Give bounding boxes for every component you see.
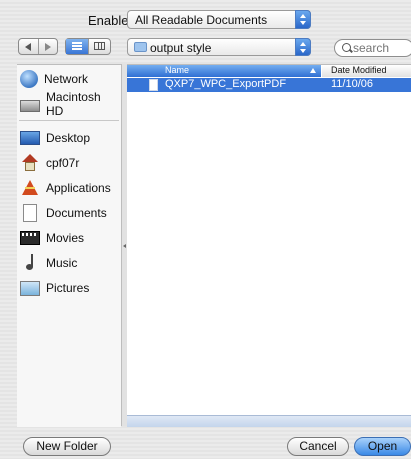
- sidebar-item-applications[interactable]: Applications: [20, 177, 111, 199]
- sidebar-item-macintosh-hd[interactable]: Macintosh HD: [20, 90, 121, 118]
- table-row[interactable]: QXP7_WPC_ExportPDF 11/10/06: [127, 78, 411, 92]
- pictures-icon: [20, 280, 40, 296]
- new-folder-button[interactable]: New Folder: [23, 437, 111, 456]
- file-name: QXP7_WPC_ExportPDF: [165, 78, 287, 90]
- folder-icon: [134, 42, 147, 52]
- applications-icon: [20, 179, 40, 197]
- sidebar-item-desktop[interactable]: Desktop: [20, 127, 90, 149]
- back-button[interactable]: [19, 39, 39, 54]
- network-icon: [20, 70, 38, 88]
- enable-popup[interactable]: All Readable Documents: [127, 10, 311, 29]
- sidebar-item-home[interactable]: cpf07r: [20, 152, 79, 174]
- file-list: Name Date Modified QXP7_WPC_ExportPDF 11…: [127, 64, 411, 427]
- sidebar-item-label: Pictures: [46, 281, 90, 295]
- sidebar-item-movies[interactable]: Movies: [20, 227, 84, 249]
- splitter-handle-icon: [123, 244, 126, 248]
- sidebar-item-label: Documents: [46, 206, 107, 220]
- column-header-date[interactable]: Date Modified: [322, 65, 411, 77]
- music-icon: [20, 254, 40, 272]
- desktop-icon: [20, 131, 40, 145]
- search-icon: [342, 43, 351, 52]
- path-popup-value: output style: [150, 41, 212, 55]
- back-arrow-icon: [25, 43, 31, 51]
- list-view-button[interactable]: [66, 39, 89, 54]
- forward-button[interactable]: [39, 39, 58, 54]
- sidebar-item-music[interactable]: Music: [20, 252, 77, 274]
- sidebar-item-label: cpf07r: [46, 156, 80, 170]
- search-input[interactable]: [353, 40, 408, 56]
- sort-ascending-icon: [310, 68, 316, 73]
- movies-icon: [20, 231, 40, 245]
- sidebar-item-documents[interactable]: Documents: [20, 202, 107, 224]
- sidebar-divider: [19, 120, 119, 121]
- list-header: Name Date Modified: [127, 65, 411, 77]
- enable-label: Enable:: [88, 13, 133, 28]
- home-icon: [20, 154, 40, 172]
- path-popup[interactable]: output style: [127, 38, 311, 56]
- popup-arrows-icon: [295, 10, 311, 29]
- popup-arrows-icon: [295, 38, 311, 56]
- back-forward-control[interactable]: [18, 38, 58, 55]
- open-button[interactable]: Open: [354, 437, 411, 456]
- sidebar: Network Macintosh HD Desktop cpf07r Appl…: [17, 64, 121, 427]
- column-view-icon: [93, 42, 105, 50]
- sidebar-item-label: Network: [44, 72, 89, 86]
- sidebar-item-pictures[interactable]: Pictures: [20, 277, 89, 299]
- cancel-button[interactable]: Cancel: [287, 437, 349, 456]
- sidebar-item-label: Macintosh HD: [45, 90, 101, 118]
- forward-arrow-icon: [44, 43, 51, 51]
- hard-drive-icon: [20, 99, 40, 112]
- view-mode-control[interactable]: [65, 38, 111, 55]
- file-date: 11/10/06: [331, 78, 374, 90]
- search-field[interactable]: [334, 39, 411, 57]
- document-icon: [149, 79, 158, 91]
- enable-popup-value: All Readable Documents: [135, 13, 268, 27]
- column-header-name[interactable]: Name: [165, 65, 189, 75]
- sidebar-item-network[interactable]: Network: [20, 68, 88, 90]
- sidebar-item-label: Applications: [46, 181, 111, 195]
- horizontal-scrollbar[interactable]: [127, 415, 411, 427]
- sidebar-item-label: Movies: [46, 231, 85, 245]
- documents-icon: [23, 204, 37, 222]
- sidebar-item-label: Music: [46, 256, 78, 270]
- list-view-icon: [72, 42, 82, 50]
- column-view-button[interactable]: [89, 39, 111, 54]
- sidebar-item-label: Desktop: [46, 131, 91, 145]
- column-header-date-label: Date Modified: [331, 65, 387, 75]
